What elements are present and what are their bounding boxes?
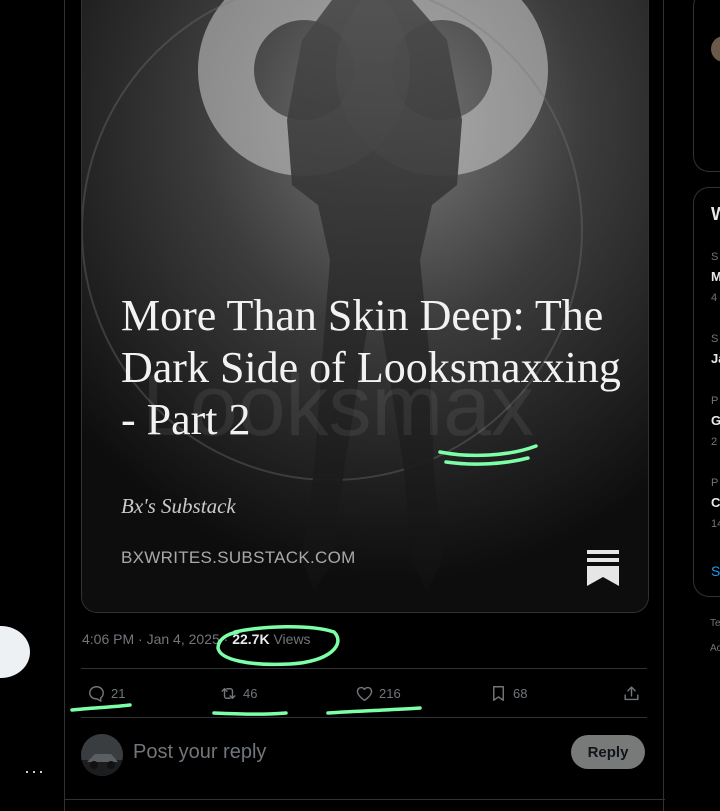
like-count: 216 — [379, 685, 401, 701]
heart-icon — [356, 686, 373, 701]
card-domain: BXWRITES.SUBSTACK.COM — [121, 548, 356, 567]
left-nav: ··· — [0, 0, 64, 811]
footer-link-accessibility[interactable]: Ac — [710, 643, 720, 654]
repost-count: 46 — [243, 685, 258, 701]
like-button[interactable]: 216 — [355, 683, 401, 703]
substack-bookmark-icon — [587, 550, 619, 586]
post-action-bar: 21 46 216 68 — [81, 668, 647, 718]
more-options-icon[interactable]: ··· — [24, 762, 45, 780]
card-byline: Bx's Substack — [121, 494, 236, 518]
views-label: Views — [273, 631, 311, 647]
post-time[interactable]: 4:06 PM — [82, 631, 134, 647]
bookmark-icon — [493, 685, 504, 701]
reply-count: 21 — [111, 685, 126, 701]
post-detail-column: Looksmax More Than Skin Deep: The Dark S… — [64, 0, 665, 811]
trend-context: S — [711, 251, 719, 263]
trend-count: 4 — [711, 292, 718, 304]
post-metadata: 4:06 PM · Jan 4, 2025 · 22.7K Views — [82, 631, 311, 647]
trend-context: P — [711, 395, 719, 407]
trend-title[interactable]: C — [711, 495, 720, 510]
bookmark-button[interactable]: 68 — [489, 683, 527, 703]
user-avatar[interactable] — [81, 734, 123, 776]
reply-button[interactable]: 21 — [87, 683, 125, 703]
trend-title[interactable]: G — [711, 413, 720, 428]
bookmark-count: 68 — [513, 685, 528, 701]
meta-separator: · — [138, 631, 143, 647]
account-avatar-button[interactable] — [0, 626, 30, 678]
right-sidebar: W S M 4 S Ja P G 2 P C 14 S Te Ac — [664, 0, 720, 811]
reply-input[interactable]: Post your reply — [133, 741, 266, 764]
post-date[interactable]: Jan 4, 2025 — [147, 631, 220, 647]
trend-count: 14 — [711, 518, 720, 530]
reply-composer: Post your reply Reply — [81, 734, 647, 776]
views-count[interactable]: 22.7K — [232, 631, 269, 647]
card-title: More Than Skin Deep: The Dark Side of Lo… — [121, 291, 621, 444]
show-more-link[interactable]: S — [711, 563, 720, 579]
meta-separator: · — [223, 631, 229, 647]
whats-happening-panel: W S M 4 S Ja P G 2 P C 14 S — [693, 187, 720, 597]
sidebar-panel-top — [693, 0, 720, 172]
share-icon — [624, 685, 639, 700]
share-button[interactable] — [622, 683, 646, 703]
trend-title[interactable]: M — [711, 269, 720, 284]
repost-icon — [221, 687, 236, 699]
panel-heading: W — [711, 204, 720, 225]
avatar-image — [81, 734, 123, 776]
footer-link-terms[interactable]: Te — [710, 618, 720, 629]
reply-submit-button[interactable]: Reply — [571, 735, 645, 769]
trend-context: P — [711, 477, 719, 489]
trend-title[interactable]: Ja — [711, 351, 720, 366]
divider — [65, 799, 665, 800]
link-preview-card[interactable]: Looksmax More Than Skin Deep: The Dark S… — [81, 0, 649, 613]
repost-button[interactable]: 46 — [219, 683, 257, 703]
trend-count: 2 — [711, 436, 718, 448]
suggested-user-avatar[interactable] — [711, 36, 720, 62]
reply-icon — [89, 685, 104, 702]
trend-context: S — [711, 333, 719, 345]
